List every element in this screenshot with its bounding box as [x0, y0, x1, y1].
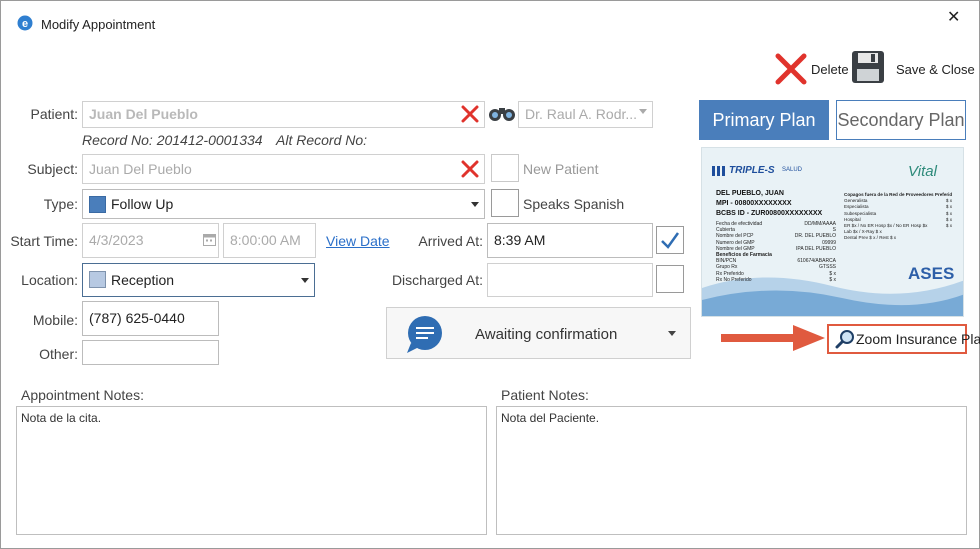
view-date-link[interactable]: View Date: [326, 233, 390, 249]
magnifier-icon: [835, 330, 854, 349]
patient-field[interactable]: Juan Del Pueblo: [82, 101, 485, 128]
discharged-at-field[interactable]: [487, 263, 653, 297]
doctor-select[interactable]: Dr. Raul A. Rodr...: [518, 101, 653, 128]
delete-icon[interactable]: [775, 53, 807, 85]
speaks-spanish-checkbox[interactable]: [491, 189, 519, 217]
type-color-swatch: [89, 196, 106, 213]
patient-label: Patient:: [30, 106, 78, 122]
start-time-field[interactable]: 8:00:00 AM: [223, 223, 316, 258]
other-label: Other:: [39, 346, 78, 362]
clear-patient-icon[interactable]: [461, 105, 479, 123]
discharged-at-label: Discharged At:: [391, 272, 483, 288]
modify-appointment-window: e Modify Appointment ✕ Delete Save & Clo…: [0, 0, 980, 549]
appointment-notes-textarea[interactable]: Nota de la cita.: [16, 406, 487, 535]
chevron-down-icon: [668, 331, 676, 336]
card-member-name: DEL PUEBLO, JUAN: [716, 190, 784, 197]
delete-button[interactable]: Delete: [811, 62, 849, 77]
primary-plan-button[interactable]: Primary Plan: [699, 100, 829, 140]
mobile-field[interactable]: (787) 625-0440: [82, 301, 219, 336]
type-label: Type:: [43, 196, 78, 212]
status-value: Awaiting confirmation: [475, 326, 618, 343]
zoom-insurance-plan-button[interactable]: Zoom Insurance Plan: [827, 324, 980, 354]
app-logo-icon: e: [17, 15, 33, 31]
card-row: Rx No Preferido $ x: [716, 276, 836, 283]
arrived-at-field[interactable]: 8:39 AM: [487, 223, 653, 258]
start-date-value: 4/3/2023: [89, 232, 144, 248]
ases-logo: ASES: [908, 264, 955, 283]
binoculars-icon[interactable]: [488, 104, 516, 122]
location-label: Location:: [21, 272, 78, 288]
checkmark-icon: [661, 232, 680, 249]
other-field[interactable]: [82, 340, 219, 365]
appointment-notes-label: Appointment Notes:: [21, 387, 144, 403]
save-disk-icon[interactable]: [851, 50, 885, 84]
window-title: Modify Appointment: [41, 17, 156, 32]
card-brand: TRIPLE-S: [729, 165, 775, 176]
start-time-label: Start Time:: [10, 233, 78, 249]
card-copay-list: Copagos fuera de la Red de Proveedores P…: [844, 192, 952, 242]
close-window-button[interactable]: ✕: [947, 7, 960, 27]
chevron-down-icon: [301, 278, 309, 283]
card-coverage-list: Fecha de efectividad DD/MM/AAAA Cubierta S…: [716, 221, 836, 283]
type-value: Follow Up: [111, 196, 174, 212]
arrived-checkbox[interactable]: [656, 226, 684, 254]
save-close-button[interactable]: Save & Close: [896, 62, 975, 77]
arrived-at-label: Arrived At:: [418, 233, 483, 249]
card-bcbs-id: BCBS ID - ZUR00800XXXXXXXX: [716, 210, 823, 217]
discharged-checkbox[interactable]: [656, 265, 684, 293]
patient-notes-textarea[interactable]: Nota del Paciente.: [496, 406, 967, 535]
subject-field[interactable]: Juan Del Pueblo: [82, 154, 485, 184]
alt-record-number: Alt Record No:: [276, 132, 368, 148]
appointment-status-select[interactable]: Awaiting confirmation: [386, 307, 691, 359]
new-patient-checkbox[interactable]: [491, 154, 519, 182]
clear-subject-icon[interactable]: [461, 160, 479, 178]
card-row: Dental Prev $ x / Rest $ x: [844, 235, 897, 241]
chevron-down-icon[interactable]: [639, 109, 647, 114]
start-date-field[interactable]: 4/3/2023: [82, 223, 219, 258]
location-color-swatch: [89, 271, 106, 288]
location-value: Reception: [111, 272, 175, 288]
secondary-plan-button[interactable]: Secondary Plan: [836, 100, 966, 140]
zoom-insurance-plan-label: Zoom Insurance Plan: [856, 331, 980, 347]
pointer-arrow-icon: [721, 325, 825, 351]
location-select[interactable]: Reception: [82, 263, 315, 297]
insurance-card-image: TRIPLE-S SALUD Vital DEL PUEBLO, JUAN MP…: [701, 147, 964, 317]
svg-text:e: e: [22, 18, 28, 30]
speaks-spanish-label: Speaks Spanish: [523, 196, 625, 212]
calendar-icon[interactable]: [203, 233, 216, 246]
doctor-value: Dr. Raul A. Rodr...: [525, 106, 638, 122]
vital-logo: Vital: [908, 163, 937, 180]
triple-s-logo-icon: [712, 166, 725, 176]
chevron-down-icon: [471, 202, 479, 207]
type-select[interactable]: Follow Up: [82, 189, 485, 219]
subject-label: Subject:: [27, 161, 78, 177]
mobile-label: Mobile:: [32, 312, 78, 328]
card-mpi: MPI - 00800XXXXXXXX: [716, 200, 792, 207]
new-patient-label: New Patient: [523, 161, 599, 177]
card-brand-suffix: SALUD: [782, 167, 803, 173]
patient-notes-label: Patient Notes:: [501, 387, 589, 403]
chat-bubble-icon: [407, 316, 442, 353]
record-number: Record No: 201412-0001334: [82, 132, 263, 148]
